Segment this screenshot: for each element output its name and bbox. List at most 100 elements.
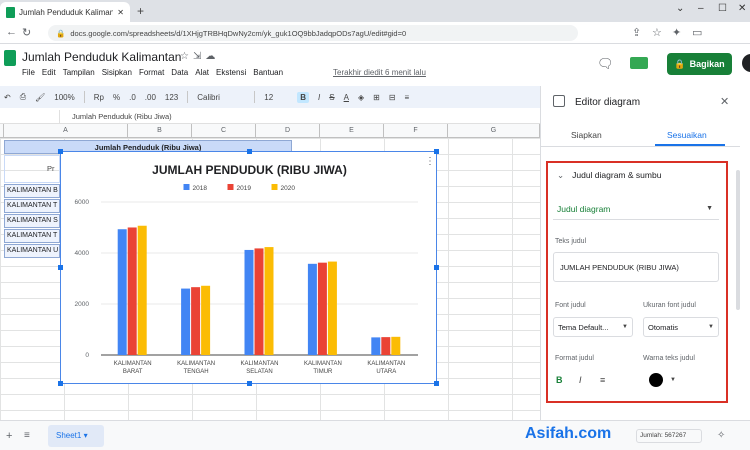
formula-input[interactable]: Jumlah Penduduk (Ribu Jiwa) [60, 112, 172, 121]
fill-color-icon[interactable]: ◈ [358, 93, 364, 102]
extension-icon[interactable]: ✦ [672, 26, 681, 39]
number-format-select[interactable]: 123 [165, 93, 178, 102]
title-text-input[interactable]: JUMLAH PENDUDUK (RIBU JIWA) [553, 252, 719, 282]
tab-customize[interactable]: Sesuaikan [667, 130, 707, 140]
column-header-b[interactable]: B [128, 124, 192, 138]
font-size-input[interactable]: 12 [264, 93, 288, 102]
percent-button[interactable]: % [113, 93, 120, 102]
sum-indicator[interactable]: Jumlah: 567267 [636, 429, 702, 443]
document-title[interactable]: Jumlah Penduduk Kalimantan [22, 50, 181, 64]
table-row[interactable]: KALIMANTAN T [4, 199, 60, 213]
meet-icon[interactable] [630, 57, 648, 69]
paint-format-icon[interactable]: 🖌 [35, 93, 45, 102]
resize-handle[interactable] [58, 265, 63, 270]
table-row[interactable]: KALIMANTAN U [4, 244, 60, 258]
print-icon[interactable]: ⎙ [20, 92, 26, 102]
watermark: Asifah.com [525, 425, 612, 442]
strikethrough-button[interactable]: S [329, 93, 334, 102]
avatar[interactable] [742, 54, 750, 72]
table-row[interactable]: KALIMANTAN T [4, 229, 60, 243]
maximize-icon[interactable]: ☐ [718, 3, 727, 14]
url-input[interactable]: 🔒 docs.google.com/spreadsheets/d/1XHjgTR… [48, 25, 578, 41]
column-header-d[interactable]: D [256, 124, 320, 138]
menu-view[interactable]: Tampilan [63, 68, 95, 77]
add-sheet-icon[interactable]: + [6, 430, 12, 442]
column-header-e[interactable]: E [320, 124, 384, 138]
decrease-decimal-button[interactable]: .0 [129, 93, 136, 102]
sheets-logo-icon[interactable] [4, 50, 16, 66]
column-header-g[interactable]: G [448, 124, 540, 138]
browser-tab[interactable]: Jumlah Penduduk Kalimantan - G ✕ [0, 2, 130, 22]
resize-handle[interactable] [247, 381, 252, 386]
bold-button[interactable]: B [297, 91, 310, 103]
back-icon[interactable]: ← [6, 26, 17, 38]
cloud-icon[interactable]: ☁ [205, 51, 219, 62]
window-close-icon[interactable]: ✕ [738, 3, 746, 14]
column-header-c[interactable]: C [192, 124, 256, 138]
menu-file[interactable]: File [22, 68, 35, 77]
title-italic-button[interactable]: I [579, 375, 582, 385]
undo-icon[interactable]: ↶ [4, 93, 11, 102]
italic-button[interactable]: I [318, 93, 320, 102]
section-header-chart-axis-titles[interactable]: ⌄ Judul diagram & sumbu [557, 170, 661, 181]
minimize-icon[interactable]: – [698, 3, 704, 14]
menu-help[interactable]: Bantuan [253, 68, 283, 77]
bookmark-icon[interactable]: ☆ [652, 26, 662, 39]
resize-handle[interactable] [58, 149, 63, 154]
title-align-button[interactable]: ≡ [600, 375, 605, 385]
chart-menu-icon[interactable]: ⋮ [425, 156, 435, 167]
menu-insert[interactable]: Sisipkan [102, 68, 132, 77]
menu-format[interactable]: Format [139, 68, 164, 77]
table-row[interactable]: KALIMANTAN B [4, 184, 60, 198]
zoom-select[interactable]: 100% [54, 93, 74, 102]
lock-icon: 🔒 [674, 58, 686, 69]
sheet-tab[interactable]: Sheet1 ▾ [48, 425, 104, 447]
dropdown-arrow-icon[interactable]: ▼ [670, 377, 676, 383]
tab-close-icon[interactable]: ✕ [117, 8, 124, 17]
sidepanel-icon[interactable]: ▭ [692, 26, 702, 39]
text-color-button[interactable]: A [344, 93, 349, 102]
name-box[interactable] [0, 110, 60, 123]
star-icon[interactable]: ☆ [180, 51, 193, 62]
reload-icon[interactable]: ↻ [22, 26, 31, 39]
resize-handle[interactable] [434, 265, 439, 270]
tab-search-icon[interactable]: ⌄ [676, 3, 684, 14]
share-page-icon[interactable]: ⇪ [632, 26, 641, 39]
all-sheets-icon[interactable]: ≡ [24, 430, 30, 441]
resize-handle[interactable] [434, 381, 439, 386]
share-button[interactable]: 🔒 Bagikan [667, 53, 732, 75]
font-select[interactable]: Calibri [197, 93, 245, 102]
new-tab-icon[interactable]: + [137, 4, 144, 18]
menu-extensions[interactable]: Ekstensi [216, 68, 246, 77]
column-header-f[interactable]: F [384, 124, 448, 138]
resize-handle[interactable] [247, 149, 252, 154]
merge-icon[interactable]: ⊟ [389, 93, 396, 102]
last-edit-link[interactable]: Terakhir diedit 6 menit lalu [333, 68, 426, 77]
close-icon[interactable]: ✕ [720, 95, 729, 108]
embedded-chart[interactable]: JUMLAH PENDUDUK (RIBU JIWA) 2018 2019 2020 0… [58, 149, 439, 386]
align-icon[interactable]: ≡ [405, 93, 410, 102]
title-bold-button[interactable]: B [556, 375, 563, 385]
comment-icon[interactable]: 🗨 [597, 56, 614, 72]
menu-edit[interactable]: Edit [42, 68, 56, 77]
explore-icon[interactable]: ✧ [717, 430, 725, 441]
divider [83, 91, 85, 103]
increase-decimal-button[interactable]: .00 [145, 93, 156, 102]
title-font-size-dropdown[interactable]: Otomatis ▼ [643, 317, 719, 337]
column-header-a[interactable]: A [4, 124, 128, 138]
resize-handle[interactable] [58, 381, 63, 386]
title-font-dropdown[interactable]: Tema Default... ▼ [553, 317, 633, 337]
bar [307, 263, 317, 355]
borders-icon[interactable]: ⊞ [373, 93, 380, 102]
resize-handle[interactable] [434, 149, 439, 154]
menu-tools[interactable]: Alat [195, 68, 209, 77]
currency-button[interactable]: Rp [94, 93, 104, 102]
menu-data[interactable]: Data [171, 68, 188, 77]
title-type-dropdown[interactable]: Judul diagram ▼ [553, 196, 719, 220]
panel-scrollbar[interactable] [736, 170, 740, 310]
move-icon[interactable]: ⇲ [193, 51, 205, 62]
table-row[interactable]: KALIMANTAN S [4, 214, 60, 228]
title-color-swatch[interactable] [649, 373, 663, 387]
tab-setup[interactable]: Siapkan [571, 130, 602, 140]
province-header-cell[interactable]: Pr [4, 155, 60, 183]
